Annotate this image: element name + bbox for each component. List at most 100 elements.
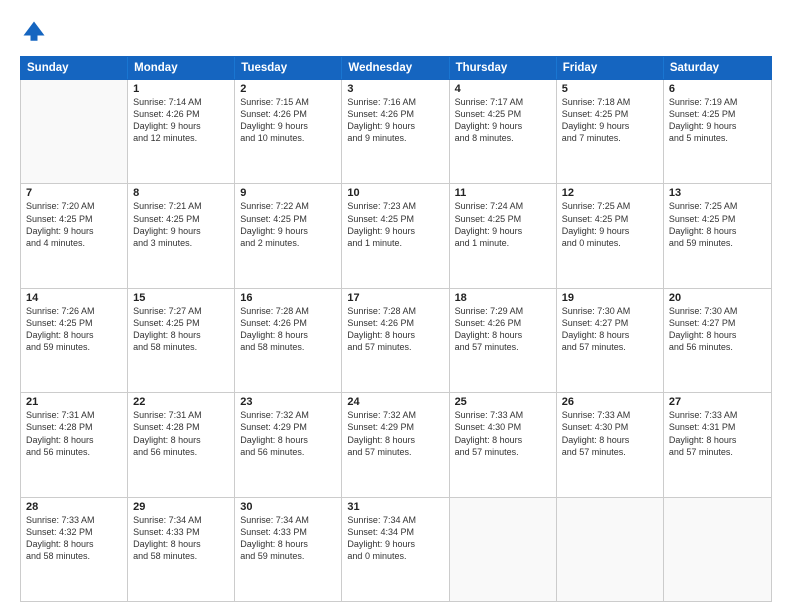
cell-date: 28 [26,501,122,513]
calendar-cell: 23Sunrise: 7:32 AM Sunset: 4:29 PM Dayli… [235,393,342,496]
cell-info: Sunrise: 7:33 AM Sunset: 4:32 PM Dayligh… [26,514,122,563]
cell-date: 10 [347,187,443,199]
calendar-cell [557,498,664,601]
cell-date: 29 [133,501,229,513]
calendar-cell: 10Sunrise: 7:23 AM Sunset: 4:25 PM Dayli… [342,184,449,287]
cell-info: Sunrise: 7:16 AM Sunset: 4:26 PM Dayligh… [347,96,443,145]
cell-date: 9 [240,187,336,199]
cell-date: 13 [669,187,766,199]
calendar-cell: 20Sunrise: 7:30 AM Sunset: 4:27 PM Dayli… [664,289,771,392]
calendar-cell: 17Sunrise: 7:28 AM Sunset: 4:26 PM Dayli… [342,289,449,392]
calendar-row-2: 14Sunrise: 7:26 AM Sunset: 4:25 PM Dayli… [21,289,771,393]
cell-date: 14 [26,292,122,304]
calendar-cell: 1Sunrise: 7:14 AM Sunset: 4:26 PM Daylig… [128,80,235,183]
cell-date: 12 [562,187,658,199]
cell-info: Sunrise: 7:33 AM Sunset: 4:30 PM Dayligh… [455,409,551,458]
cell-date: 18 [455,292,551,304]
header [20,18,772,46]
header-day-tuesday: Tuesday [235,57,342,79]
cell-info: Sunrise: 7:15 AM Sunset: 4:26 PM Dayligh… [240,96,336,145]
cell-date: 7 [26,187,122,199]
cell-info: Sunrise: 7:14 AM Sunset: 4:26 PM Dayligh… [133,96,229,145]
cell-date: 8 [133,187,229,199]
calendar-cell: 16Sunrise: 7:28 AM Sunset: 4:26 PM Dayli… [235,289,342,392]
calendar-cell: 29Sunrise: 7:34 AM Sunset: 4:33 PM Dayli… [128,498,235,601]
cell-date: 4 [455,83,551,95]
cell-date: 24 [347,396,443,408]
page: SundayMondayTuesdayWednesdayThursdayFrid… [0,0,792,612]
calendar-cell: 26Sunrise: 7:33 AM Sunset: 4:30 PM Dayli… [557,393,664,496]
cell-date: 20 [669,292,766,304]
header-day-sunday: Sunday [21,57,128,79]
calendar: SundayMondayTuesdayWednesdayThursdayFrid… [20,56,772,602]
cell-info: Sunrise: 7:25 AM Sunset: 4:25 PM Dayligh… [669,200,766,249]
cell-info: Sunrise: 7:17 AM Sunset: 4:25 PM Dayligh… [455,96,551,145]
cell-date: 2 [240,83,336,95]
cell-info: Sunrise: 7:27 AM Sunset: 4:25 PM Dayligh… [133,305,229,354]
calendar-header: SundayMondayTuesdayWednesdayThursdayFrid… [20,56,772,80]
calendar-cell [450,498,557,601]
cell-date: 16 [240,292,336,304]
header-day-wednesday: Wednesday [342,57,449,79]
cell-info: Sunrise: 7:33 AM Sunset: 4:30 PM Dayligh… [562,409,658,458]
cell-date: 6 [669,83,766,95]
calendar-cell: 31Sunrise: 7:34 AM Sunset: 4:34 PM Dayli… [342,498,449,601]
cell-info: Sunrise: 7:33 AM Sunset: 4:31 PM Dayligh… [669,409,766,458]
cell-info: Sunrise: 7:25 AM Sunset: 4:25 PM Dayligh… [562,200,658,249]
cell-info: Sunrise: 7:20 AM Sunset: 4:25 PM Dayligh… [26,200,122,249]
cell-info: Sunrise: 7:28 AM Sunset: 4:26 PM Dayligh… [240,305,336,354]
cell-info: Sunrise: 7:30 AM Sunset: 4:27 PM Dayligh… [562,305,658,354]
calendar-cell: 7Sunrise: 7:20 AM Sunset: 4:25 PM Daylig… [21,184,128,287]
calendar-cell: 22Sunrise: 7:31 AM Sunset: 4:28 PM Dayli… [128,393,235,496]
cell-date: 27 [669,396,766,408]
calendar-cell: 12Sunrise: 7:25 AM Sunset: 4:25 PM Dayli… [557,184,664,287]
calendar-cell: 3Sunrise: 7:16 AM Sunset: 4:26 PM Daylig… [342,80,449,183]
cell-date: 31 [347,501,443,513]
cell-date: 3 [347,83,443,95]
calendar-cell: 15Sunrise: 7:27 AM Sunset: 4:25 PM Dayli… [128,289,235,392]
calendar-cell: 25Sunrise: 7:33 AM Sunset: 4:30 PM Dayli… [450,393,557,496]
calendar-cell [21,80,128,183]
cell-info: Sunrise: 7:34 AM Sunset: 4:33 PM Dayligh… [133,514,229,563]
cell-date: 30 [240,501,336,513]
cell-date: 11 [455,187,551,199]
cell-date: 25 [455,396,551,408]
calendar-cell: 11Sunrise: 7:24 AM Sunset: 4:25 PM Dayli… [450,184,557,287]
calendar-row-4: 28Sunrise: 7:33 AM Sunset: 4:32 PM Dayli… [21,498,771,601]
header-day-thursday: Thursday [450,57,557,79]
calendar-cell [664,498,771,601]
cell-info: Sunrise: 7:24 AM Sunset: 4:25 PM Dayligh… [455,200,551,249]
calendar-row-0: 1Sunrise: 7:14 AM Sunset: 4:26 PM Daylig… [21,80,771,184]
cell-info: Sunrise: 7:21 AM Sunset: 4:25 PM Dayligh… [133,200,229,249]
cell-info: Sunrise: 7:32 AM Sunset: 4:29 PM Dayligh… [347,409,443,458]
cell-info: Sunrise: 7:34 AM Sunset: 4:34 PM Dayligh… [347,514,443,563]
header-day-friday: Friday [557,57,664,79]
calendar-cell: 21Sunrise: 7:31 AM Sunset: 4:28 PM Dayli… [21,393,128,496]
cell-info: Sunrise: 7:22 AM Sunset: 4:25 PM Dayligh… [240,200,336,249]
cell-date: 5 [562,83,658,95]
cell-info: Sunrise: 7:34 AM Sunset: 4:33 PM Dayligh… [240,514,336,563]
cell-info: Sunrise: 7:23 AM Sunset: 4:25 PM Dayligh… [347,200,443,249]
calendar-cell: 19Sunrise: 7:30 AM Sunset: 4:27 PM Dayli… [557,289,664,392]
calendar-cell: 14Sunrise: 7:26 AM Sunset: 4:25 PM Dayli… [21,289,128,392]
calendar-cell: 24Sunrise: 7:32 AM Sunset: 4:29 PM Dayli… [342,393,449,496]
calendar-cell: 30Sunrise: 7:34 AM Sunset: 4:33 PM Dayli… [235,498,342,601]
cell-info: Sunrise: 7:32 AM Sunset: 4:29 PM Dayligh… [240,409,336,458]
header-day-monday: Monday [128,57,235,79]
cell-date: 22 [133,396,229,408]
calendar-row-3: 21Sunrise: 7:31 AM Sunset: 4:28 PM Dayli… [21,393,771,497]
cell-date: 23 [240,396,336,408]
header-day-saturday: Saturday [664,57,771,79]
cell-info: Sunrise: 7:18 AM Sunset: 4:25 PM Dayligh… [562,96,658,145]
calendar-row-1: 7Sunrise: 7:20 AM Sunset: 4:25 PM Daylig… [21,184,771,288]
calendar-cell: 5Sunrise: 7:18 AM Sunset: 4:25 PM Daylig… [557,80,664,183]
cell-info: Sunrise: 7:31 AM Sunset: 4:28 PM Dayligh… [133,409,229,458]
calendar-cell: 6Sunrise: 7:19 AM Sunset: 4:25 PM Daylig… [664,80,771,183]
cell-info: Sunrise: 7:28 AM Sunset: 4:26 PM Dayligh… [347,305,443,354]
cell-date: 17 [347,292,443,304]
cell-info: Sunrise: 7:31 AM Sunset: 4:28 PM Dayligh… [26,409,122,458]
cell-info: Sunrise: 7:26 AM Sunset: 4:25 PM Dayligh… [26,305,122,354]
calendar-cell: 28Sunrise: 7:33 AM Sunset: 4:32 PM Dayli… [21,498,128,601]
cell-date: 1 [133,83,229,95]
calendar-cell: 2Sunrise: 7:15 AM Sunset: 4:26 PM Daylig… [235,80,342,183]
